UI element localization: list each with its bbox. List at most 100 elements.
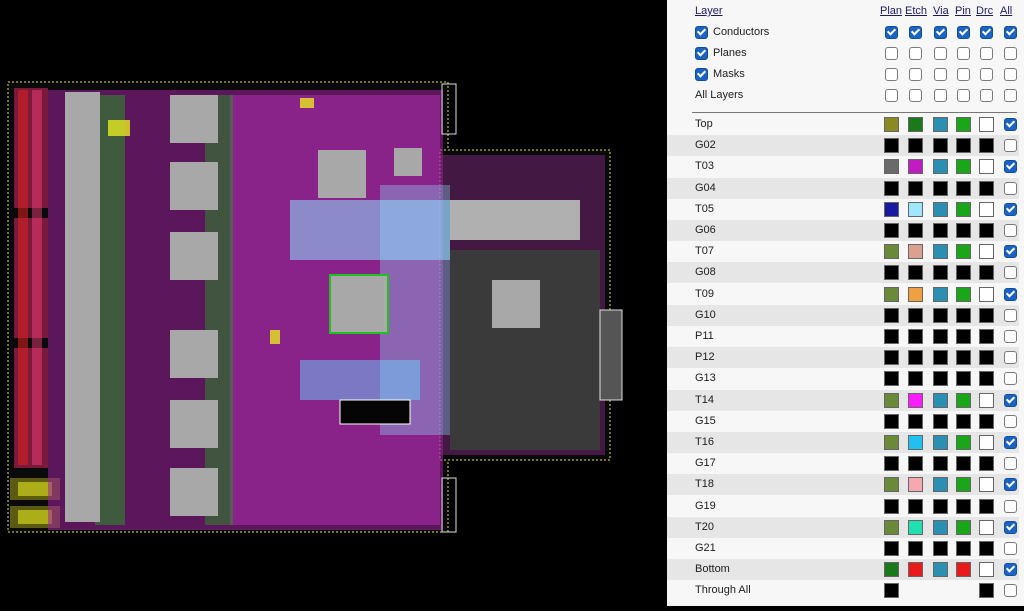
- group-etch-checkbox[interactable]: [909, 89, 922, 102]
- layer-pin-color-swatch[interactable]: [956, 286, 971, 302]
- layer-drc-color-swatch[interactable]: [979, 307, 994, 323]
- layer-row-t18[interactable]: T18: [667, 474, 1019, 496]
- layer-pin-color-swatch[interactable]: [956, 435, 971, 450]
- layer-drc-color-swatch[interactable]: [979, 498, 994, 514]
- layer-all-checkbox[interactable]: [1004, 478, 1017, 492]
- layer-etch-color-swatch[interactable]: [908, 519, 923, 535]
- layer-pin-color-swatch[interactable]: [956, 159, 971, 175]
- layer-all-checkbox[interactable]: [1004, 308, 1017, 322]
- layer-all-checkbox[interactable]: [1004, 520, 1017, 534]
- layer-pin-color-swatch[interactable]: [956, 498, 971, 514]
- group-all-checkbox[interactable]: [1004, 89, 1017, 102]
- layer-pin-color-swatch[interactable]: [956, 477, 971, 493]
- layer-row-t14[interactable]: T14: [667, 389, 1019, 411]
- layer-all-checkbox[interactable]: [1004, 563, 1017, 577]
- layer-row-t16[interactable]: T16: [667, 432, 1019, 453]
- layer-plan-color-swatch[interactable]: [884, 329, 899, 344]
- layer-drc-color-swatch[interactable]: [979, 117, 994, 132]
- layer-row-g06[interactable]: G06: [667, 220, 1019, 241]
- layer-all-checkbox[interactable]: [1004, 224, 1017, 237]
- layer-row-t09[interactable]: T09: [667, 284, 1019, 305]
- layer-plan-color-swatch[interactable]: [884, 435, 899, 450]
- layer-pin-color-swatch[interactable]: [956, 201, 971, 217]
- layer-plan-color-swatch[interactable]: [884, 201, 899, 217]
- layer-drc-color-swatch[interactable]: [979, 519, 994, 535]
- layer-drc-color-swatch[interactable]: [979, 265, 994, 281]
- layer-drc-color-swatch[interactable]: [979, 562, 994, 578]
- layer-drc-color-swatch[interactable]: [979, 244, 994, 260]
- layer-via-color-swatch[interactable]: [933, 392, 948, 408]
- group-etch-checkbox[interactable]: [909, 47, 922, 60]
- group-plan-checkbox[interactable]: [885, 89, 898, 102]
- group-etch-checkbox[interactable]: [909, 26, 922, 39]
- layer-row-t07[interactable]: T07: [667, 241, 1019, 262]
- layer-row-g08[interactable]: G08: [667, 262, 1019, 284]
- layer-via-color-swatch[interactable]: [933, 265, 948, 281]
- layer-row-t03[interactable]: T03: [667, 156, 1019, 177]
- group-all-checkbox[interactable]: [1004, 68, 1017, 81]
- layer-all-checkbox[interactable]: [1004, 139, 1017, 153]
- layer-via-color-swatch[interactable]: [933, 477, 948, 493]
- layer-all-checkbox[interactable]: [1004, 330, 1017, 343]
- layer-all-checkbox[interactable]: [1004, 181, 1017, 195]
- layer-drc-color-swatch[interactable]: [979, 286, 994, 302]
- layer-pin-color-swatch[interactable]: [956, 541, 971, 556]
- layer-etch-color-swatch[interactable]: [908, 392, 923, 408]
- layer-drc-color-swatch[interactable]: [979, 223, 994, 238]
- group-plan-checkbox[interactable]: [885, 47, 898, 60]
- group-drc-checkbox[interactable]: [980, 89, 993, 102]
- header-all[interactable]: All: [1000, 5, 1012, 17]
- layer-drc-color-swatch[interactable]: [979, 138, 994, 154]
- layer-via-color-swatch[interactable]: [933, 456, 948, 472]
- layer-drc-color-swatch[interactable]: [979, 329, 994, 344]
- layer-plan-color-swatch[interactable]: [884, 265, 899, 281]
- layer-all-checkbox[interactable]: [1004, 393, 1017, 407]
- pcb-design-canvas[interactable]: [0, 0, 667, 606]
- group-via-checkbox[interactable]: [934, 26, 947, 39]
- group-drc-checkbox[interactable]: [980, 26, 993, 39]
- layer-etch-color-swatch[interactable]: [908, 329, 923, 344]
- layer-via-color-swatch[interactable]: [933, 435, 948, 450]
- layer-row-top[interactable]: Top: [667, 114, 1019, 135]
- layer-etch-color-swatch[interactable]: [908, 477, 923, 493]
- layer-row-p11[interactable]: P11: [667, 326, 1019, 347]
- layer-via-color-swatch[interactable]: [933, 223, 948, 238]
- layer-all-checkbox[interactable]: [1004, 245, 1017, 259]
- header-plan[interactable]: Plan: [880, 5, 902, 17]
- group-pin-checkbox[interactable]: [957, 68, 970, 81]
- group-drc-checkbox[interactable]: [980, 47, 993, 60]
- layer-via-color-swatch[interactable]: [933, 244, 948, 260]
- layer-plan-color-swatch[interactable]: [884, 519, 899, 535]
- group-checkbox[interactable]: [695, 68, 708, 81]
- layer-row-g21[interactable]: G21: [667, 538, 1019, 559]
- layer-all-checkbox[interactable]: [1004, 160, 1017, 174]
- layer-via-color-swatch[interactable]: [933, 138, 948, 154]
- group-via-checkbox[interactable]: [934, 47, 947, 60]
- layer-etch-color-swatch[interactable]: [908, 117, 923, 132]
- layer-row-g02[interactable]: G02: [667, 135, 1019, 157]
- header-pin[interactable]: Pin: [955, 5, 971, 17]
- layer-pin-color-swatch[interactable]: [956, 223, 971, 238]
- layer-etch-color-swatch[interactable]: [908, 562, 923, 578]
- layer-row-t20[interactable]: T20: [667, 516, 1019, 538]
- layer-plan-color-swatch[interactable]: [884, 477, 899, 493]
- layer-drc-color-swatch[interactable]: [979, 583, 994, 599]
- layer-pin-color-swatch[interactable]: [956, 138, 971, 154]
- layer-row-p12[interactable]: P12: [667, 347, 1019, 369]
- layer-pin-color-swatch[interactable]: [956, 350, 971, 366]
- group-pin-checkbox[interactable]: [957, 47, 970, 60]
- layer-etch-color-swatch[interactable]: [908, 180, 923, 196]
- group-checkbox[interactable]: [695, 47, 708, 60]
- layer-all-checkbox[interactable]: [1004, 202, 1017, 216]
- header-drc[interactable]: Drc: [976, 5, 993, 17]
- layer-drc-color-swatch[interactable]: [979, 350, 994, 366]
- layer-pin-color-swatch[interactable]: [956, 519, 971, 535]
- layer-plan-color-swatch[interactable]: [884, 138, 899, 154]
- layer-row-g19[interactable]: G19: [667, 496, 1019, 517]
- layer-via-color-swatch[interactable]: [933, 541, 948, 556]
- layer-via-color-swatch[interactable]: [933, 413, 948, 429]
- layer-all-checkbox[interactable]: [1004, 266, 1017, 280]
- layer-pin-color-swatch[interactable]: [956, 456, 971, 472]
- layer-plan-color-swatch[interactable]: [884, 350, 899, 366]
- layer-all-checkbox[interactable]: [1004, 499, 1017, 513]
